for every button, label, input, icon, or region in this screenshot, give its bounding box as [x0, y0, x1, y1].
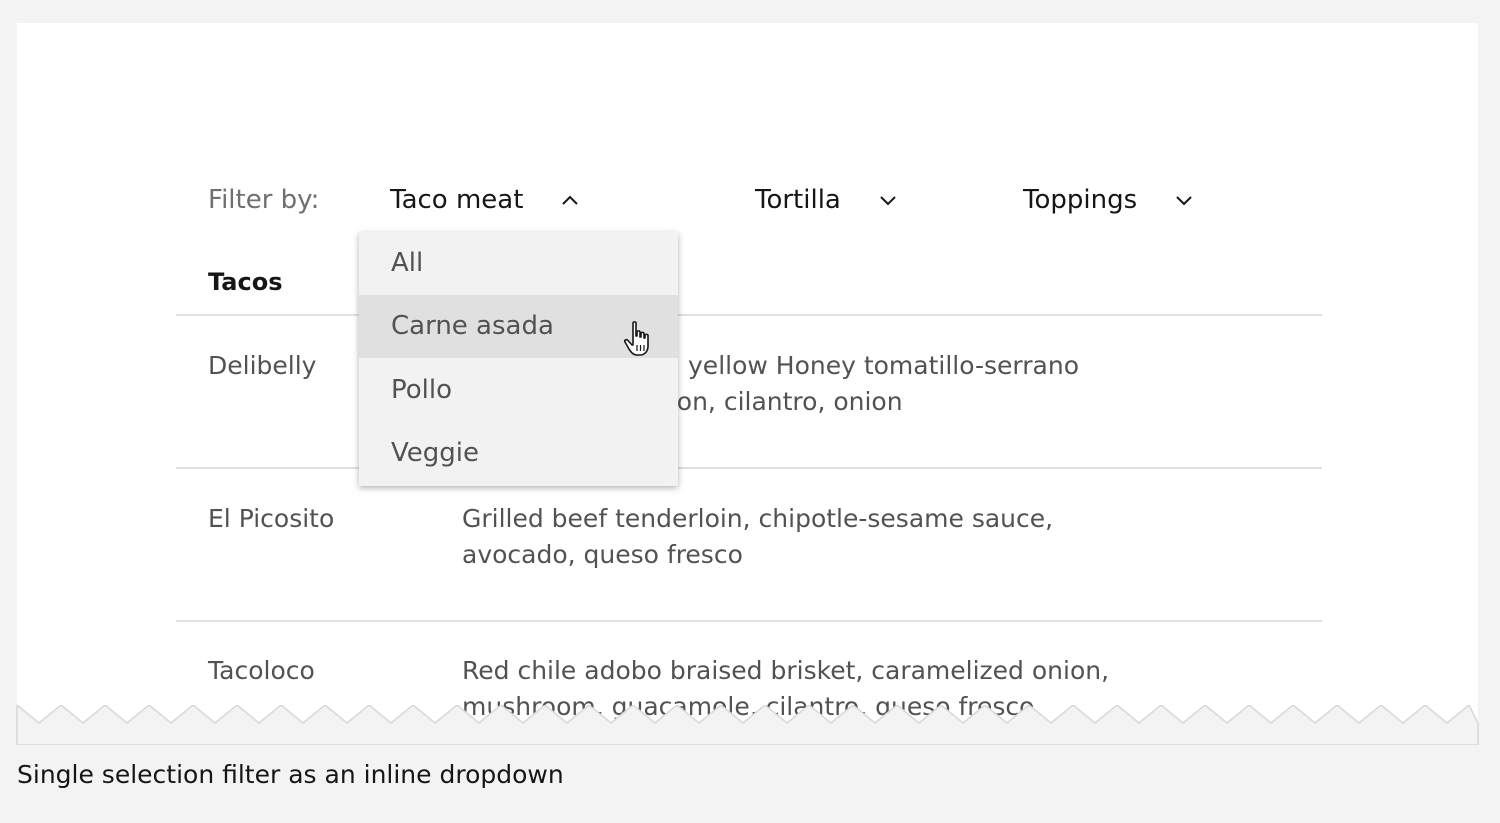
option-pollo[interactable]: Pollo — [359, 359, 678, 422]
caption: Single selection filter as an inline dro… — [17, 760, 564, 789]
taco-meat-filter-label: Taco meat — [390, 185, 524, 215]
taco-meat-dropdown-menu: All Carne asada Pollo Veggie — [359, 232, 678, 486]
option-veggie[interactable]: Veggie — [359, 422, 678, 485]
divider — [176, 620, 1322, 622]
row-desc-line: Grilled beef tenderloin, chipotle-sesame… — [462, 504, 1054, 533]
tortilla-filter-label: Tortilla — [755, 185, 841, 215]
row-name: Delibelly — [208, 351, 317, 380]
table-header-tacos: Tacos — [208, 268, 283, 296]
row-name: Tacoloco — [208, 656, 315, 685]
row-desc-line: Red chile adobo braised brisket, caramel… — [462, 656, 1110, 685]
toppings-filter[interactable]: Toppings — [1023, 184, 1195, 216]
taco-meat-filter[interactable]: Taco meat — [390, 184, 581, 216]
toppings-filter-label: Toppings — [1023, 185, 1138, 215]
example-card: Filter by: Taco meat Tortilla Toppings T… — [17, 23, 1478, 740]
chevron-down-icon — [877, 189, 899, 211]
chevron-up-icon — [559, 189, 581, 211]
hand-pointer-icon — [623, 320, 657, 358]
chevron-down-icon — [1173, 189, 1195, 211]
divider — [176, 467, 1322, 469]
divider — [176, 314, 1322, 316]
option-all[interactable]: All — [359, 232, 678, 295]
row-description: Grilled beef tenderloin, chipotle-sesame… — [462, 501, 1162, 573]
torn-edge — [16, 705, 1479, 745]
row-name: El Picosito — [208, 504, 335, 533]
filter-by-label: Filter by: — [208, 185, 320, 215]
tortilla-filter[interactable]: Tortilla — [755, 184, 899, 216]
row-desc-line: avocado, queso fresco — [462, 540, 743, 569]
